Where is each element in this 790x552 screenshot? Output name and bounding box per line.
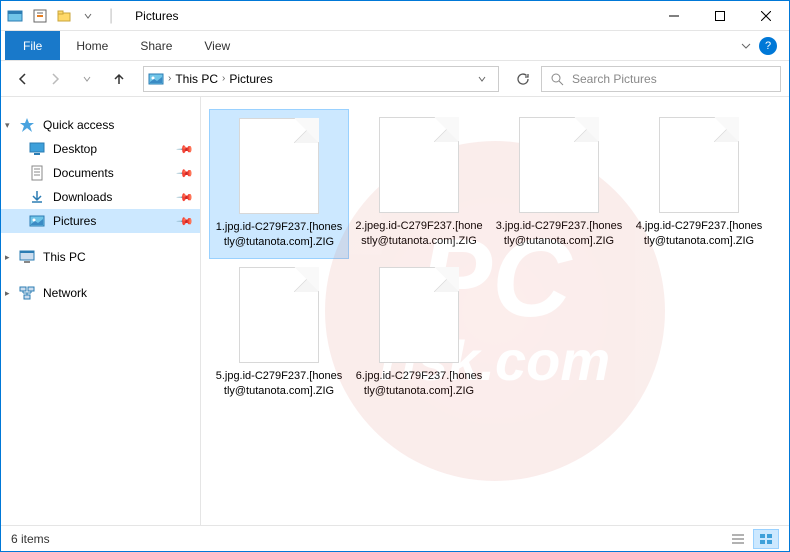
documents-icon (29, 165, 45, 181)
chevron-down-icon[interactable]: ▾ (5, 120, 10, 131)
pin-icon: 📌 (176, 140, 195, 159)
network-icon (19, 285, 35, 301)
pin-icon: 📌 (176, 164, 195, 183)
file-name-label: 5.jpg.id-C279F237.[honestly@tutanota.com… (215, 369, 343, 399)
close-button[interactable] (743, 1, 789, 31)
search-input[interactable]: Search Pictures (541, 66, 781, 92)
file-item[interactable]: 6.jpg.id-C279F237.[honestly@tutanota.com… (349, 259, 489, 407)
chevron-right-icon[interactable]: ▸ (5, 288, 10, 299)
qat-properties-icon[interactable] (29, 5, 51, 27)
breadcrumb-pictures[interactable]: Pictures (229, 72, 272, 86)
sidebar-item-label: Documents (53, 166, 114, 180)
file-menu-button[interactable]: File (5, 31, 60, 60)
search-icon (550, 72, 564, 86)
file-item[interactable]: 2.jpeg.id-C279F237.[honestly@tutanota.co… (349, 109, 489, 259)
pin-icon: 📌 (176, 212, 195, 231)
up-button[interactable] (105, 65, 133, 93)
file-name-label: 6.jpg.id-C279F237.[honestly@tutanota.com… (355, 369, 483, 399)
navbar: › This PC › Pictures Search Pictures (1, 61, 789, 97)
sidebar-item-label: Quick access (43, 118, 114, 132)
file-item[interactable]: 1.jpg.id-C279F237.[honestly@tutanota.com… (209, 109, 349, 259)
file-thumbnail-icon (239, 267, 319, 363)
sidebar-item-label: Downloads (53, 190, 112, 204)
file-item[interactable]: 5.jpg.id-C279F237.[honestly@tutanota.com… (209, 259, 349, 407)
search-placeholder: Search Pictures (572, 72, 657, 86)
details-view-button[interactable] (725, 529, 751, 549)
sidebar-item-downloads[interactable]: Downloads 📌 (1, 185, 200, 209)
pin-icon: 📌 (176, 188, 195, 207)
window-title: Pictures (135, 9, 178, 23)
sidebar-quickaccess[interactable]: ▾ Quick access (1, 113, 200, 137)
sidebar-item-label: Network (43, 286, 87, 300)
downloads-icon (29, 189, 45, 205)
breadcrumb[interactable]: › This PC › Pictures (143, 66, 499, 92)
sidebar-item-label: Pictures (53, 214, 96, 228)
pictures-icon (29, 213, 45, 229)
app-icon (7, 8, 23, 24)
file-name-label: 4.jpg.id-C279F237.[honestly@tutanota.com… (635, 219, 763, 249)
ribbon-collapse-icon[interactable] (741, 41, 751, 51)
file-thumbnail-icon (379, 267, 459, 363)
chevron-right-icon[interactable]: ▸ (5, 252, 10, 263)
file-item[interactable]: 3.jpg.id-C279F237.[honestly@tutanota.com… (489, 109, 629, 259)
file-name-label: 1.jpg.id-C279F237.[honestly@tutanota.com… (215, 220, 343, 250)
qat-newfolder-icon[interactable] (53, 5, 75, 27)
sidebar-thispc[interactable]: ▸ This PC (1, 245, 200, 269)
file-name-label: 3.jpg.id-C279F237.[honestly@tutanota.com… (495, 219, 623, 249)
titlebar: | Pictures (1, 1, 789, 31)
sidebar-item-desktop[interactable]: Desktop 📌 (1, 137, 200, 161)
qat-dropdown-icon[interactable] (77, 5, 99, 27)
statusbar: 6 items (1, 525, 789, 551)
refresh-button[interactable] (509, 66, 537, 92)
breadcrumb-separator: › (168, 73, 171, 84)
thumbnails-view-button[interactable] (753, 529, 779, 549)
back-button[interactable] (9, 65, 37, 93)
breadcrumb-separator: › (222, 73, 225, 84)
desktop-icon (29, 141, 45, 157)
sidebar-item-documents[interactable]: Documents 📌 (1, 161, 200, 185)
pictures-location-icon (148, 71, 164, 87)
breadcrumb-dropdown-icon[interactable] (470, 75, 494, 83)
thispc-icon (19, 249, 35, 265)
sidebar-network[interactable]: ▸ Network (1, 281, 200, 305)
file-name-label: 2.jpeg.id-C279F237.[honestly@tutanota.co… (355, 219, 483, 249)
file-thumbnail-icon (379, 117, 459, 213)
content-area[interactable]: PC risk.com 1.jpg.id-C279F237.[honestly@… (201, 97, 789, 525)
quickaccess-icon (19, 117, 35, 133)
recent-dropdown-icon[interactable] (73, 65, 101, 93)
tab-view[interactable]: View (188, 33, 246, 59)
sidebar-item-pictures[interactable]: Pictures 📌 (1, 209, 200, 233)
breadcrumb-thispc[interactable]: This PC (175, 72, 218, 86)
file-thumbnail-icon (239, 118, 319, 214)
tab-share[interactable]: Share (124, 33, 188, 59)
ribbon: File Home Share View ? (1, 31, 789, 61)
sidebar-item-label: Desktop (53, 142, 97, 156)
item-count: 6 items (11, 532, 50, 546)
file-thumbnail-icon (519, 117, 599, 213)
titlebar-separator: | (109, 7, 113, 25)
sidebar-item-label: This PC (43, 250, 86, 264)
maximize-button[interactable] (697, 1, 743, 31)
forward-button[interactable] (41, 65, 69, 93)
file-thumbnail-icon (659, 117, 739, 213)
sidebar: ▾ Quick access Desktop 📌 Documents 📌 Dow… (1, 97, 201, 525)
minimize-button[interactable] (651, 1, 697, 31)
tab-home[interactable]: Home (60, 33, 124, 59)
help-icon[interactable]: ? (759, 37, 777, 55)
file-item[interactable]: 4.jpg.id-C279F237.[honestly@tutanota.com… (629, 109, 769, 259)
